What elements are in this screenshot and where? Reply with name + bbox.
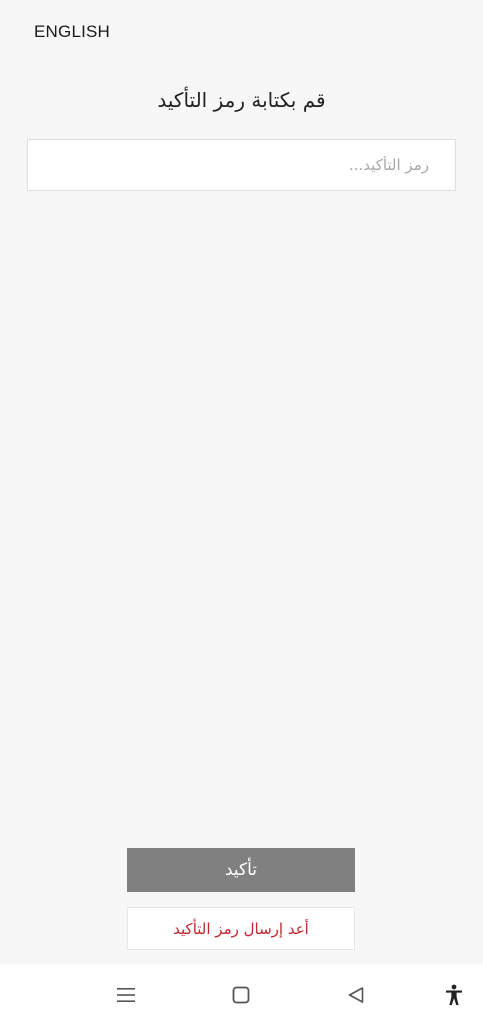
accessibility-icon[interactable] <box>439 980 469 1010</box>
resend-code-button[interactable]: أعد إرسال رمز التأكيد <box>127 907 355 950</box>
system-navigation-bar <box>0 964 483 1024</box>
back-icon[interactable] <box>341 980 371 1010</box>
verification-code-input[interactable] <box>27 139 456 191</box>
confirm-button[interactable]: تأكيد <box>127 848 355 892</box>
language-toggle[interactable]: ENGLISH <box>34 22 110 42</box>
page-title: قم بكتابة رمز التأكيد <box>157 88 326 112</box>
menu-icon[interactable] <box>111 980 141 1010</box>
home-icon[interactable] <box>226 980 256 1010</box>
